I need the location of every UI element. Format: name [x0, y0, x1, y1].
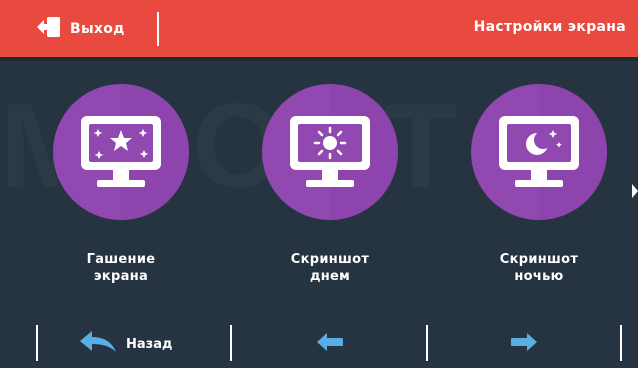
- monitor-stars-icon: [51, 82, 191, 222]
- tile-label-line1: Гашение: [86, 252, 156, 267]
- footer-divider: [426, 325, 428, 361]
- header-shadow: [0, 57, 638, 61]
- top-bar: Выход Настройки экрана: [0, 0, 638, 57]
- tile-screenshot-day[interactable]: Скриншот днем: [255, 82, 405, 302]
- tile-label-line1: Скриншот: [290, 252, 370, 267]
- tile-label: Скриншот днем: [255, 251, 405, 285]
- monitor-sun-icon: [260, 82, 400, 222]
- back-arrow-icon: [78, 328, 118, 360]
- left-arrow-icon: [316, 333, 344, 356]
- next-page-indicator-icon: [632, 183, 638, 202]
- footer-divider: [36, 325, 38, 361]
- monitor-moon-icon: [469, 82, 609, 222]
- bottom-bar: Назад: [0, 318, 638, 368]
- back-label: Назад: [126, 336, 173, 352]
- tile-screenshot-night[interactable]: Скриншот ночью: [464, 82, 614, 302]
- page-title: Настройки экрана: [473, 19, 626, 35]
- back-button[interactable]: Назад: [78, 329, 172, 359]
- tile-screen-off[interactable]: Гашение экрана: [46, 82, 196, 302]
- exit-button[interactable]: Выход: [36, 14, 125, 44]
- next-page-button[interactable]: [510, 332, 538, 356]
- footer-divider: [230, 325, 232, 361]
- tile-label-line2: днем: [309, 269, 351, 284]
- exit-label: Выход: [70, 21, 125, 37]
- tile-label-line2: ночью: [514, 269, 564, 284]
- exit-icon: [36, 16, 62, 42]
- footer-divider: [620, 325, 622, 361]
- tile-label: Скриншот ночью: [464, 251, 614, 285]
- tile-label: Гашение экрана: [46, 251, 196, 285]
- header-divider: [157, 12, 159, 46]
- tile-label-line2: экрана: [93, 269, 149, 284]
- prev-page-button[interactable]: [316, 332, 344, 356]
- tile-label-line1: Скриншот: [499, 252, 579, 267]
- right-arrow-icon: [510, 333, 538, 356]
